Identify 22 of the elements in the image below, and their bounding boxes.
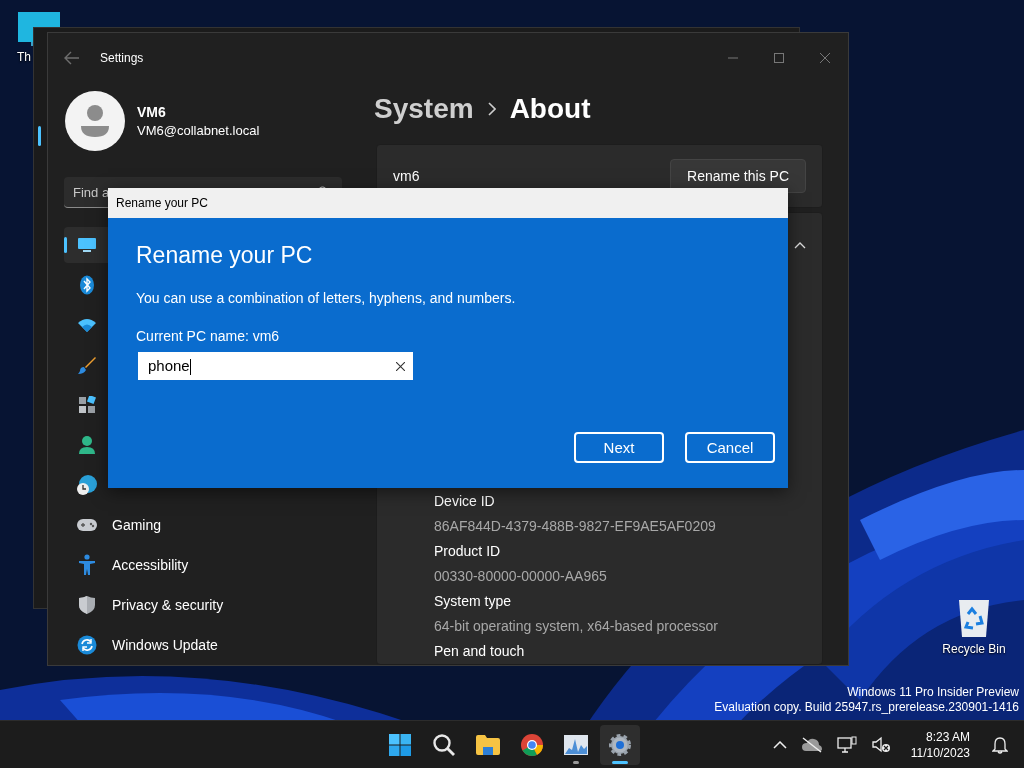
device-name: vm6	[393, 168, 420, 184]
dialog-heading: Rename your PC	[136, 241, 314, 270]
watermark-text: Evaluation copy. Build 25947.rs_prerelease.230901-1416	[714, 700, 1019, 715]
spec-value: 64-bit operating system, x64-based processor	[434, 617, 720, 636]
spec-label: Pen and touch	[434, 642, 526, 661]
user-name: VM6	[137, 104, 167, 120]
spec-value: 86AF844D-4379-488B-9827-EF9AE5AF0209	[434, 517, 717, 536]
dialog-title: Rename your PC	[116, 196, 209, 210]
icon-label: Th	[17, 50, 31, 64]
current-name-text: Current PC name: vm6	[136, 328, 281, 344]
spec-value: 00330-80000-00000-AA965	[434, 567, 608, 586]
clock-date: 11/10/2023	[910, 745, 970, 761]
clock-time: 8:23 AM	[925, 729, 970, 745]
spec-label: Device ID	[434, 492, 496, 511]
user-email: VM6@collabnet.local	[137, 123, 260, 138]
spec-label: Product ID	[434, 542, 502, 561]
page-title: About	[509, 93, 591, 125]
watermark-text: Windows 11 Pro Insider Preview	[847, 685, 1019, 700]
spec-label: System type	[434, 592, 513, 611]
window-title: Settings	[100, 51, 144, 65]
icon-label: Recycle Bin	[942, 642, 1006, 656]
dialog-description: You can use a combination of letters, hyphens, and numbers.	[136, 290, 517, 306]
